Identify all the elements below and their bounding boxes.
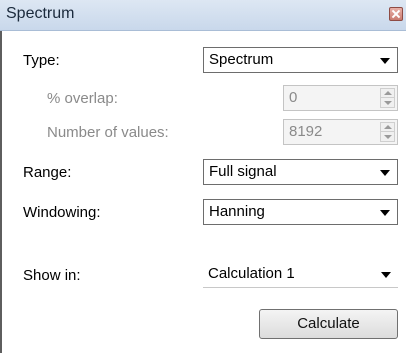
title-bar: Spectrum: [0, 0, 406, 31]
overlap-label: % overlap:: [47, 90, 118, 107]
range-value: Full signal: [209, 163, 277, 180]
spectrum-panel: Spectrum Type: Spectrum % overlap: 0 Num…: [0, 0, 406, 353]
num-values-label: Number of values:: [47, 124, 169, 141]
panel-title: Spectrum: [6, 5, 75, 22]
num-values-value: 8192: [289, 123, 323, 140]
show-in-dropdown[interactable]: Calculation 1: [203, 262, 398, 288]
chevron-down-icon: [380, 170, 390, 176]
windowing-dropdown[interactable]: Hanning: [203, 199, 398, 225]
chevron-down-icon: [380, 58, 390, 64]
panel-left-border: [0, 31, 2, 353]
show-in-label: Show in:: [23, 267, 81, 284]
spin-arrows-icon[interactable]: [380, 88, 395, 108]
show-in-value: Calculation 1: [208, 265, 295, 282]
spin-arrows-icon[interactable]: [380, 122, 395, 142]
close-icon[interactable]: [389, 7, 403, 21]
overlap-spinbox[interactable]: 0: [283, 85, 398, 111]
num-values-spinbox[interactable]: 8192: [283, 119, 398, 145]
overlap-value: 0: [289, 89, 298, 106]
calculate-button[interactable]: Calculate: [259, 309, 398, 339]
windowing-value: Hanning: [209, 203, 265, 220]
range-label: Range:: [23, 164, 72, 181]
range-dropdown[interactable]: Full signal: [203, 159, 398, 185]
chevron-down-icon: [381, 272, 391, 278]
windowing-label: Windowing:: [23, 204, 101, 221]
type-label: Type:: [23, 52, 60, 69]
type-dropdown[interactable]: Spectrum: [203, 47, 398, 73]
chevron-down-icon: [380, 210, 390, 216]
type-value: Spectrum: [209, 51, 274, 68]
